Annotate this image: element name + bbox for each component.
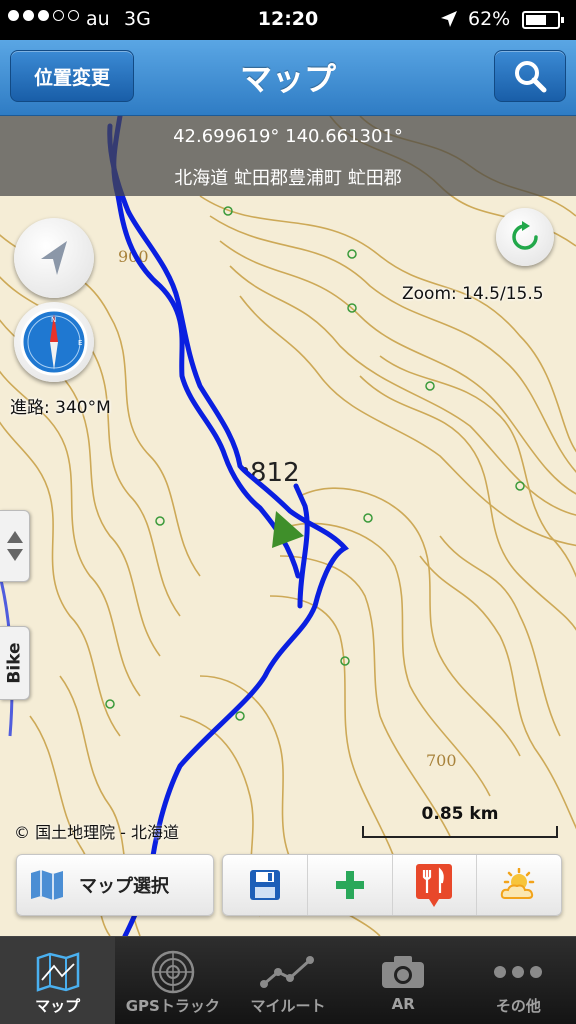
search-icon [515,61,547,93]
scale-bar: 0.85 km [362,804,558,838]
restaurant-button[interactable] [391,855,477,915]
weather-button[interactable] [476,855,561,915]
tab-my-route[interactable]: マイルート [230,937,345,1024]
address-text: 北海道 虻田郡豊浦町 虻田郡 [174,168,402,189]
bike-mode-label: Bike [4,642,25,684]
map-select-button[interactable]: マップ選択 [16,854,214,916]
weather-icon [500,868,535,899]
follow-location-button[interactable] [14,218,94,298]
arrow-up-icon [6,531,23,543]
battery-percent: 62% [468,8,511,30]
location-arrow-icon [441,11,457,27]
save-icon [249,870,280,900]
map-tools-group [222,854,562,916]
radar-icon [151,950,195,994]
change-location-button[interactable]: 位置変更 [10,50,134,102]
tab-gps-track-label: GPSトラック [125,997,220,1015]
battery-icon [522,11,564,29]
compass-icon: N E [20,308,88,376]
coordinate-panel: 42.699619° 140.661301° 北海道 虻田郡豊浦町 虻田郡 [0,116,576,196]
tab-map-label: マップ [35,997,81,1015]
restaurant-icon [416,864,453,907]
topographic-map[interactable]: 900 700 812 42.699619° 140.661301° 北海道 虻… [0,116,576,936]
route-icon [260,956,314,988]
tab-ar[interactable]: AR [346,937,461,1024]
svg-text:E: E [78,339,82,347]
panel-toggle-tab[interactable] [0,510,30,582]
arrow-down-icon [6,549,23,561]
elevation-label: 700 [426,751,457,770]
map-select-label: マップ選択 [79,876,169,897]
camera-icon [382,956,425,988]
navigation-arrow-icon [41,241,67,275]
compass-button[interactable]: N E [14,302,94,382]
plus-icon [335,871,364,899]
folded-map-icon [31,870,63,900]
tab-bar: マップ GPSトラック マイルート AR その他 [0,936,576,1024]
save-track-button[interactable] [223,855,307,915]
refresh-button[interactable] [496,208,554,266]
tab-my-route-label: マイルート [250,997,326,1015]
tab-gps-track[interactable]: GPSトラック [115,937,230,1024]
search-button[interactable] [494,50,566,102]
scale-bar-line [362,826,558,838]
tab-ar-label: AR [391,995,415,1013]
tab-more-label: その他 [495,997,541,1015]
tab-more[interactable]: その他 [461,937,576,1024]
scale-label: 0.85 km [421,804,499,824]
coordinates-text: 42.699619° 140.661301° [173,126,403,147]
heading-text: 進路: 340°M [10,398,111,418]
bike-mode-tab[interactable]: Bike [0,626,30,700]
tab-map[interactable]: マップ [0,937,116,1024]
map-icon [36,952,79,992]
refresh-icon [512,221,538,250]
status-bar: au 3G 12:20 62% [0,0,576,40]
svg-text:N: N [51,316,56,324]
navigation-bar: 位置変更 マップ [0,40,576,116]
zoom-level-text: Zoom: 14.5/15.5 [402,284,544,304]
add-point-button[interactable] [306,855,392,915]
more-icon [494,966,543,978]
copyright-text: © 国土地理院 - 北海道 [14,823,180,842]
